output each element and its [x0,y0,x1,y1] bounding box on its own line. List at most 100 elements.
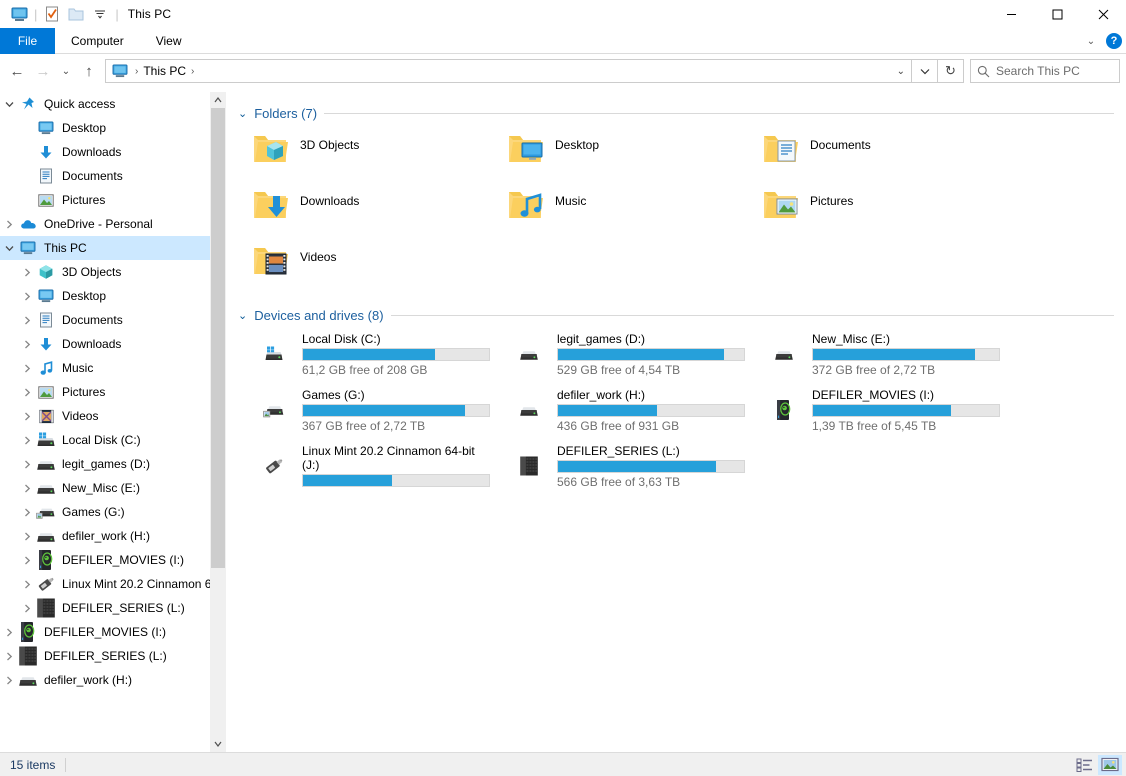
maximize-button[interactable] [1034,0,1080,28]
new-folder-icon[interactable] [64,3,88,25]
customize-chevron-icon[interactable] [88,3,112,25]
drive-item[interactable]: defiler_work (H:) 436 GB free of 931 GB [493,386,748,442]
chevron-right-icon[interactable] [18,460,36,469]
scroll-down-arrow-icon[interactable] [210,736,226,752]
chevron-right-icon[interactable] [18,532,36,541]
sidebar-item-defiler-work-h[interactable]: defiler_work (H:) [0,668,226,692]
sidebar-item-defiler-series-l[interactable]: DEFILER_SERIES (L:) [0,644,226,668]
scrollbar-thumb[interactable] [211,108,225,568]
chevron-right-icon[interactable] [18,412,36,421]
folder-item[interactable]: Downloads [238,184,493,240]
sidebar-item-defiler-work-h[interactable]: defiler_work (H:) [0,524,226,548]
sidebar-item-pictures[interactable]: Pictures [0,380,226,404]
scroll-up-arrow-icon[interactable] [210,92,226,108]
details-view-button[interactable] [1072,755,1096,775]
sidebar-item-desktop[interactable]: Desktop [0,284,226,308]
back-button[interactable]: ← [4,58,30,84]
chevron-down-icon[interactable]: ⌄ [238,107,247,120]
sidebar-item-defiler-series-l[interactable]: DEFILER_SERIES (L:) [0,596,226,620]
folders-group-header[interactable]: ⌄ Folders (7) [238,102,1126,124]
address-bar[interactable]: › This PC › ⌄ [105,59,912,83]
folder-item[interactable]: Desktop [493,128,748,184]
sidebar-item-videos[interactable]: Videos [0,404,226,428]
chevron-right-icon[interactable] [18,508,36,517]
drives-group-header[interactable]: ⌄ Devices and drives (8) [238,304,1126,326]
chevron-right-icon[interactable] [18,340,36,349]
sidebar-item-linux-mint-20-2-cinnamon-64-bit[interactable]: Linux Mint 20.2 Cinnamon 64-bit [0,572,226,596]
file-list-pane[interactable]: ⌄ Folders (7) 3D Objects Desktop Documents… [226,92,1126,752]
chevron-down-icon[interactable] [0,101,18,108]
sidebar-item-downloads[interactable]: Downloads [0,140,226,164]
chevron-right-icon[interactable] [18,604,36,613]
capacity-bar-fill [303,405,465,416]
chevron-right-icon[interactable] [0,220,18,229]
chevron-right-icon[interactable] [18,316,36,325]
navigation-scrollbar[interactable] [210,92,226,752]
folder-item[interactable]: Videos [238,240,493,296]
chevron-right-icon[interactable] [18,484,36,493]
refresh-button[interactable]: ↻ [938,59,964,83]
sidebar-item-documents[interactable]: Documents [0,164,226,188]
folders-group-title: Folders (7) [254,105,318,121]
sidebar-item-local-disk-c[interactable]: Local Disk (C:) [0,428,226,452]
drive-item[interactable]: DEFILER_MOVIES (I:) 1,39 TB free of 5,45 … [748,386,1003,442]
address-history-chevron-icon[interactable]: ⌄ [897,66,907,77]
drive-item[interactable]: DEFILER_SERIES (L:) 566 GB free of 3,63 T… [493,442,748,498]
chevron-right-icon[interactable] [0,676,18,685]
sidebar-item-new-misc-e[interactable]: New_Misc (E:) [0,476,226,500]
view-toggle-group [1072,754,1122,775]
breadcrumb-thispc[interactable]: This PC [141,64,188,78]
sidebar-item-defiler-movies-i[interactable]: DEFILER_MOVIES (I:) [0,548,226,572]
sidebar-item-this-pc[interactable]: This PC [0,236,226,260]
up-button[interactable]: ↑ [76,58,102,84]
forward-button[interactable]: → [30,58,56,84]
sidebar-item-pictures[interactable]: Pictures [0,188,226,212]
sidebar-item-downloads[interactable]: Downloads [0,332,226,356]
folder-item[interactable]: 3D Objects [238,128,493,184]
folder-item[interactable]: Pictures [748,184,1003,240]
sidebar-item-quick-access[interactable]: Quick access [0,92,226,116]
sidebar-item-music[interactable]: Music [0,356,226,380]
address-dropdown-button[interactable] [912,59,938,83]
minimize-button[interactable] [988,0,1034,28]
sidebar-item-documents[interactable]: Documents [0,308,226,332]
tab-computer[interactable]: Computer [55,28,140,54]
drive-item[interactable]: Local Disk (C:) 61,2 GB free of 208 GB [238,330,493,386]
close-button[interactable] [1080,0,1126,28]
chevron-right-icon[interactable] [18,556,36,565]
sidebar-item-games-g[interactable]: Games (G:) [0,500,226,524]
chevron-right-icon[interactable] [18,364,36,373]
folder-item[interactable]: Documents [748,128,1003,184]
large-icons-view-button[interactable] [1098,754,1122,775]
properties-icon[interactable] [40,3,64,25]
thispc-icon[interactable] [7,3,31,25]
chevron-down-icon[interactable] [0,245,18,252]
chevron-right-icon[interactable] [18,580,36,589]
help-icon[interactable]: ? [1106,33,1122,49]
sidebar-item-desktop[interactable]: Desktop [0,116,226,140]
chevron-right-icon[interactable] [18,436,36,445]
folder-item[interactable]: Music [493,184,748,240]
chevron-right-icon[interactable] [0,652,18,661]
chevron-down-icon[interactable]: ⌄ [238,309,247,322]
chevron-down-icon[interactable]: ⌄ [1082,36,1100,47]
search-input[interactable]: Search This PC [996,64,1080,78]
sidebar-item-legit-games-d[interactable]: legit_games (D:) [0,452,226,476]
chevron-right-icon[interactable] [18,268,36,277]
sidebar-item-onedrive-personal[interactable]: OneDrive - Personal [0,212,226,236]
drive-item[interactable]: New_Misc (E:) 372 GB free of 2,72 TB [748,330,1003,386]
drive-item[interactable]: Linux Mint 20.2 Cinnamon 64-bit (J:) [238,442,493,498]
drive-item[interactable]: legit_games (D:) 529 GB free of 4,54 TB [493,330,748,386]
chevron-right-icon[interactable] [0,628,18,637]
drive-item[interactable]: Games (G:) 367 GB free of 2,72 TB [238,386,493,442]
chevron-right-icon[interactable] [18,388,36,397]
tab-file[interactable]: File [0,28,55,54]
search-box[interactable]: Search This PC [970,59,1120,83]
sidebar-item-defiler-movies-i[interactable]: DEFILER_MOVIES (I:) [0,620,226,644]
breadcrumb-separator-1[interactable]: › [188,66,197,77]
tab-view[interactable]: View [140,28,198,54]
recent-locations-button[interactable]: ⌄ [56,58,76,84]
chevron-right-icon[interactable] [18,292,36,301]
downloads-icon [36,336,56,352]
sidebar-item-3d-objects[interactable]: 3D Objects [0,260,226,284]
